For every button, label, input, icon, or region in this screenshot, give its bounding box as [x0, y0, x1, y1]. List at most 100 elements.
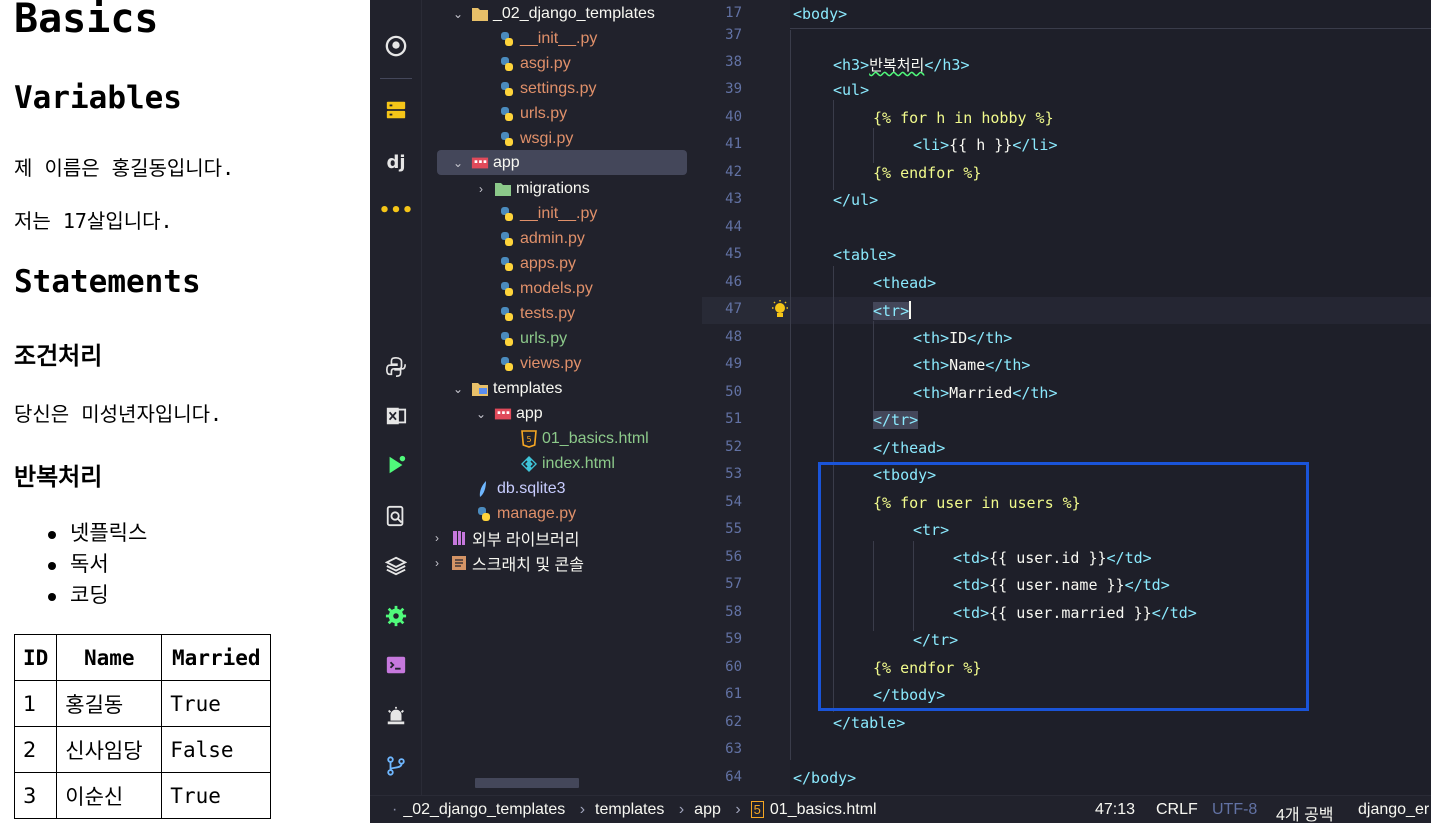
tree-item-file[interactable]: models.py — [498, 276, 593, 301]
table-cell: 2 — [13, 726, 58, 773]
breadcrumb-item[interactable]: app — [694, 801, 721, 818]
python-file-icon — [498, 305, 516, 323]
line-number: 62 — [725, 714, 742, 730]
tree-item-file[interactable]: asgi.py — [498, 51, 571, 76]
html5-file-icon: 5 — [520, 429, 538, 448]
line-number: 56 — [725, 549, 742, 565]
indent-setting[interactable]: 4개 공백 — [1276, 801, 1334, 823]
tree-item-file[interactable]: manage.py — [475, 501, 576, 526]
tree-item-django-templates-folder[interactable]: ⌄ _02_django_templates — [451, 1, 655, 26]
column-header: Married — [161, 634, 272, 681]
line-number: 46 — [725, 274, 742, 290]
tree-item-external-libraries[interactable]: › 외부 라이브러리 — [430, 525, 580, 550]
lightbulb-icon[interactable] — [771, 300, 789, 320]
line-number: 41 — [725, 136, 742, 152]
tree-item-file[interactable]: urls.py — [498, 101, 567, 126]
excel-icon[interactable] — [384, 404, 408, 428]
django-icon[interactable]: dj — [384, 150, 408, 174]
cursor-position[interactable]: 47:13 — [1095, 801, 1135, 819]
chevron-down-icon[interactable]: ⌄ — [451, 7, 465, 21]
settings-gear-icon[interactable] — [384, 604, 408, 628]
line-number: 38 — [725, 54, 742, 70]
tree-item-scratches[interactable]: › 스크래치 및 콘솔 — [430, 550, 584, 575]
tree-item-file[interactable]: wsgi.py — [498, 126, 573, 151]
project-explorer: ⌄ _02_django_templates __init__.py asgi.… — [422, 0, 702, 795]
tree-item-file[interactable]: 5 01_basics.html — [520, 426, 649, 451]
database-icon[interactable] — [384, 98, 408, 122]
tree-item-file[interactable]: index.html — [520, 451, 615, 476]
name-line: 제 이름은 홍길동입니다. — [14, 156, 235, 180]
code-line: </ul> — [833, 191, 879, 209]
python-file-icon — [498, 55, 516, 73]
tree-item-file[interactable]: __init__.py — [498, 26, 597, 51]
file-encoding[interactable]: UTF-8 — [1212, 801, 1257, 819]
tree-item-file[interactable]: __init__.py — [498, 201, 597, 226]
folder-icon — [494, 180, 512, 198]
tree-item-templates-folder[interactable]: ⌄ templates — [451, 376, 562, 401]
terminal-icon[interactable] — [384, 653, 408, 677]
tree-item-templates-app-package[interactable]: ⌄ app — [474, 401, 543, 426]
breadcrumb-item[interactable]: _02_django_templates — [403, 801, 565, 818]
package-icon — [494, 405, 512, 423]
line-number: 45 — [725, 246, 742, 262]
notifications-icon[interactable] — [384, 704, 408, 728]
line-number: 55 — [725, 521, 742, 537]
tree-item-file[interactable]: views.py — [498, 351, 581, 376]
list-item: 넷플릭스 — [44, 518, 147, 549]
line-ending[interactable]: CRLF — [1156, 801, 1198, 819]
chevron-down-icon[interactable]: ⌄ — [451, 382, 465, 396]
chevron-right-icon[interactable]: › — [474, 182, 488, 196]
github-icon[interactable] — [384, 34, 408, 58]
tree-item-file[interactable]: apps.py — [498, 251, 576, 276]
code-line: </table> — [833, 714, 906, 732]
line-number: 52 — [725, 439, 742, 455]
python-console-icon[interactable] — [384, 355, 408, 379]
list-item: 독서 — [44, 549, 147, 580]
html-file-icon — [520, 455, 538, 473]
line-number: 50 — [725, 384, 742, 400]
python-file-icon — [498, 205, 516, 223]
line-number: 53 — [725, 466, 742, 482]
code-line: <li>{{ h }}</li> — [913, 136, 1058, 154]
line-number: 57 — [725, 576, 742, 592]
svg-text:5: 5 — [526, 435, 531, 444]
line-number: 60 — [725, 659, 742, 675]
interpreter[interactable]: django_er — [1358, 801, 1429, 819]
sqlite-file-icon — [475, 480, 493, 498]
more-icon[interactable]: ••• — [379, 198, 414, 222]
tree-item-app-package[interactable]: ⌄ app — [437, 150, 687, 175]
chevron-down-icon[interactable]: ⌄ — [474, 407, 488, 421]
python-file-icon — [498, 330, 516, 348]
tree-item-file[interactable]: admin.py — [498, 226, 585, 251]
tree-item-file[interactable]: settings.py — [498, 76, 596, 101]
code-line: <body> — [793, 5, 848, 23]
folder-icon — [471, 5, 489, 23]
code-line: <thead> — [873, 274, 937, 292]
code-line: <th>ID</th> — [913, 329, 1013, 347]
chevron-right-icon[interactable]: › — [430, 531, 444, 545]
highlight-box — [818, 462, 1309, 711]
breadcrumb-item[interactable]: templates — [595, 801, 664, 818]
line-number: 49 — [725, 356, 742, 372]
line-number: 64 — [725, 769, 742, 785]
horizontal-scrollbar[interactable] — [475, 778, 579, 788]
git-branch-icon[interactable] — [384, 754, 408, 778]
run-icon[interactable] — [384, 453, 408, 477]
code-line: {% endfor %} — [873, 164, 982, 182]
chevron-down-icon[interactable]: ⌄ — [451, 156, 465, 170]
breadcrumb-item[interactable]: 01_basics.html — [770, 801, 877, 818]
inspect-icon[interactable] — [384, 504, 408, 528]
variables-heading: Variables — [14, 80, 182, 116]
tree-item-migrations-folder[interactable]: › migrations — [474, 176, 590, 201]
chevron-right-icon[interactable]: › — [430, 556, 444, 570]
python-file-icon — [498, 355, 516, 373]
tree-item-file[interactable]: db.sqlite3 — [475, 476, 566, 501]
layers-icon[interactable] — [384, 554, 408, 578]
column-header: ID — [13, 634, 58, 681]
code-line: {% for h in hobby %} — [873, 109, 1054, 127]
status-bar: · _02_django_templates › templates › app › 5… — [370, 795, 1431, 823]
activity-bar: dj ••• — [370, 0, 422, 795]
condition-heading: 조건처리 — [14, 342, 103, 370]
tree-item-file[interactable]: tests.py — [498, 301, 575, 326]
tree-item-file[interactable]: urls.py — [498, 326, 567, 351]
